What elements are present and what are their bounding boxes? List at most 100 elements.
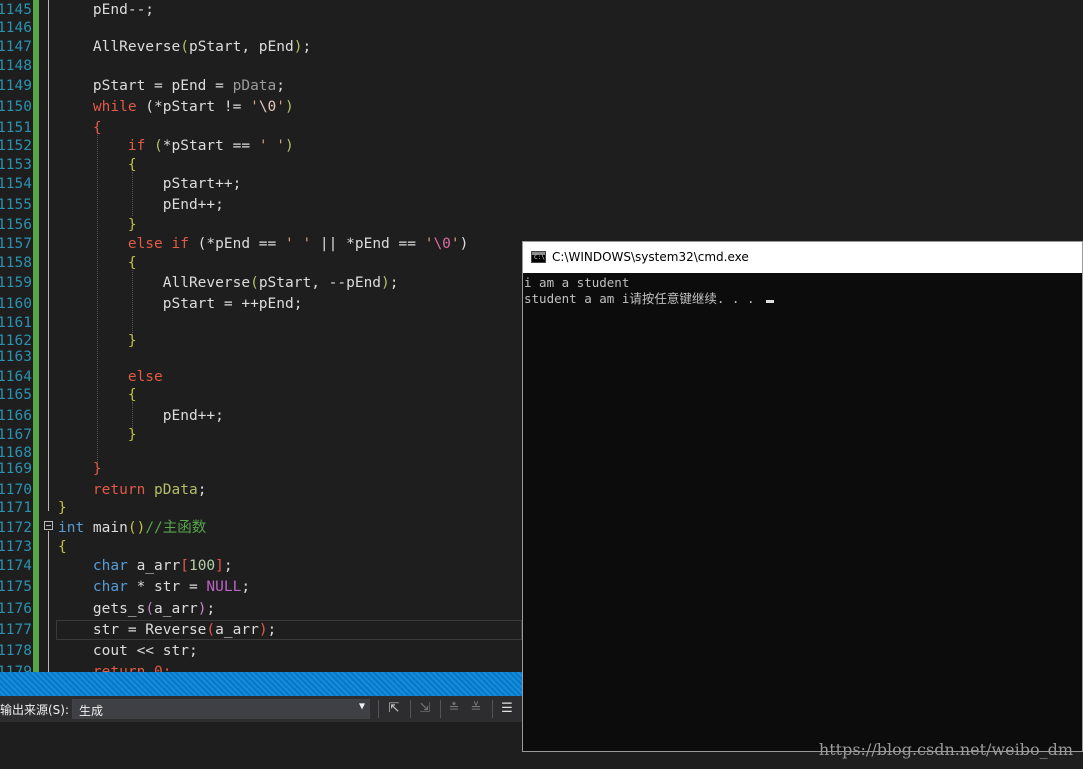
- clear-all-icon[interactable]: ☰: [497, 699, 517, 719]
- line-number: 1165: [0, 387, 32, 403]
- fold-region-line: [48, 531, 49, 672]
- line-number: 1161: [0, 315, 32, 331]
- line-number: 1179: [0, 664, 32, 672]
- code-token: ]: [215, 558, 224, 574]
- cmd-title-bar[interactable]: C:\ C:\WINDOWS\system32\cmd.exe: [523, 242, 1082, 273]
- code-text: return 0;: [58, 662, 172, 672]
- code-token: }: [127, 427, 137, 443]
- line-number: 1148: [0, 58, 32, 74]
- cmd-window[interactable]: C:\ C:\WINDOWS\system32\cmd.exe i am a s…: [522, 241, 1083, 752]
- output-content[interactable]: [0, 722, 522, 769]
- line-number: 1152: [0, 138, 32, 154]
- code-token: ' ': [258, 138, 286, 154]
- code-token: ;: [267, 622, 277, 638]
- code-token: ': [276, 99, 286, 115]
- toolbar-separator: [410, 700, 411, 718]
- goto-line-icon[interactable]: ⇱: [384, 699, 404, 719]
- code-text: char * str = NULL;: [58, 577, 250, 597]
- next-message-icon[interactable]: ≚: [466, 699, 486, 719]
- code-token: *pStart ==: [162, 138, 259, 154]
- console-line-prompt: student a am i请按任意键继续. . .: [524, 291, 775, 307]
- code-token: pStart = ++pEnd;: [162, 296, 303, 312]
- text-cursor: [766, 300, 775, 303]
- toolbar-separator: [440, 700, 441, 718]
- code-text: {: [58, 253, 137, 273]
- code-token: (: [250, 275, 259, 291]
- code-text: pStart = ++pEnd;: [58, 294, 303, 314]
- code-text: if (*pStart == ' '): [58, 136, 294, 156]
- find-message-icon[interactable]: ⇲: [415, 699, 435, 719]
- code-token: AllReverse: [162, 275, 251, 291]
- previous-message-icon[interactable]: ≛: [444, 699, 464, 719]
- line-number: 1163: [0, 349, 32, 365]
- code-text: str = Reverse(a_arr);: [58, 620, 276, 640]
- cmd-title: C:\WINDOWS\system32\cmd.exe: [552, 250, 749, 264]
- code-token: ': [250, 99, 259, 115]
- line-number: 1150: [0, 99, 32, 115]
- code-text: {: [58, 537, 67, 557]
- console-output[interactable]: i am a student student a am i请按任意键继续. . …: [523, 273, 1082, 751]
- code-token: a_arr: [154, 601, 198, 617]
- code-token: (: [206, 622, 216, 638]
- line-number: 1157: [0, 236, 32, 252]
- code-token: * str =: [127, 579, 207, 595]
- code-token: return 0;: [92, 664, 172, 672]
- code-token: cout << str;: [92, 643, 198, 659]
- code-token: ): [258, 622, 268, 638]
- line-number: 1174: [0, 558, 32, 574]
- line-number: 1172: [0, 520, 32, 536]
- line-number: 1176: [0, 601, 32, 617]
- line-number: 1147: [0, 39, 32, 55]
- code-token: *pEnd ==: [346, 236, 425, 252]
- code-token: {: [58, 539, 67, 555]
- code-token: AllReverse: [92, 39, 181, 55]
- line-number: 1171: [0, 500, 32, 516]
- code-text: while (*pStart != '\0'): [58, 97, 294, 117]
- output-pane: 输出来源(S): 生成 ▼ ⇱ ⇲ ≛ ≚ ☰: [0, 672, 522, 769]
- code-text: char a_arr[100];: [58, 556, 233, 576]
- console-icon: C:\: [531, 251, 546, 263]
- chevron-down-icon: ▼: [358, 701, 365, 712]
- output-toolbar: 输出来源(S): 生成 ▼ ⇱ ⇲ ≛ ≚ ☰: [0, 696, 522, 722]
- line-number: 1149: [0, 78, 32, 94]
- code-token: }: [127, 333, 137, 349]
- output-pane-title-bar[interactable]: [0, 672, 522, 696]
- code-token: *pEnd ==: [206, 236, 285, 252]
- line-number: 1151: [0, 120, 32, 136]
- code-token: \0: [258, 99, 277, 115]
- code-token: pStart = pEnd =: [92, 78, 233, 94]
- line-number: 1170: [0, 482, 32, 498]
- code-token: ): [459, 236, 469, 252]
- code-text: }: [58, 459, 102, 479]
- code-token: (: [180, 39, 189, 55]
- code-editor[interactable]: 1145 pEnd--; 1146 1147 AllReverse(pStart, …: [0, 0, 522, 672]
- line-number: 1159: [0, 275, 32, 291]
- code-text: else if (*pEnd == ' ' || *pEnd == '\0'): [58, 234, 469, 254]
- change-tracking-bar: [33, 0, 39, 672]
- code-text: {: [58, 385, 137, 405]
- line-number: 1155: [0, 197, 32, 213]
- code-text: return pData;: [58, 480, 207, 500]
- code-token: ' ': [285, 236, 312, 252]
- code-text: {: [58, 155, 137, 175]
- collapse-icon[interactable]: [44, 521, 53, 530]
- code-token: return: [92, 482, 146, 498]
- line-number: 1158: [0, 255, 32, 271]
- output-source-select[interactable]: 生成 ▼: [72, 699, 370, 719]
- code-token: main: [84, 520, 128, 536]
- line-number: 1175: [0, 579, 32, 595]
